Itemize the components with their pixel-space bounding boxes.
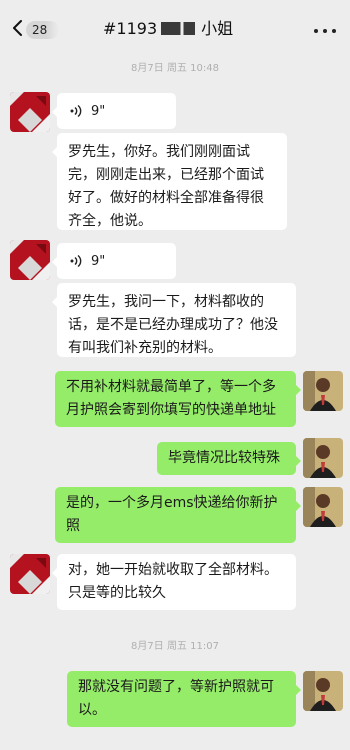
contact-avatar[interactable] bbox=[10, 92, 50, 132]
my-avatar[interactable] bbox=[303, 371, 343, 411]
message-text: 不用补材料就最简单了，等一个多月护照会寄到你填写的快递单地址 bbox=[66, 379, 276, 418]
message-bubble[interactable]: 罗先生，你好。我们刚刚面试完，刚刚走出来，已经那个面试好了。做好的材料全部准备得… bbox=[52, 133, 287, 230]
voice-wave-icon bbox=[70, 104, 82, 118]
timestamp: 8月7日 周五 10:48 bbox=[131, 63, 219, 74]
timestamp: 8月7日 周五 11:07 bbox=[131, 641, 219, 652]
contact-avatar[interactable] bbox=[10, 240, 50, 280]
message-bubble[interactable]: 是的，一个多月ems快递给你新护照 bbox=[55, 487, 301, 543]
chat-title-prefix: #1193 bbox=[103, 19, 158, 38]
chat-title[interactable]: #1193 小姐 bbox=[103, 18, 233, 40]
voice-message[interactable]: 9" bbox=[52, 93, 176, 129]
my-avatar[interactable] bbox=[303, 671, 343, 711]
redaction-block bbox=[161, 22, 196, 35]
message-text: 是的，一个多月ems快递给你新护照 bbox=[66, 495, 278, 534]
chat-title-suffix: 小姐 bbox=[201, 19, 234, 38]
my-avatar[interactable] bbox=[303, 438, 343, 478]
voice-message[interactable]: 9" bbox=[52, 243, 176, 279]
chat-screen: 28 #1193 小姐 8月7日 周五 10:48 9" 罗先生，你好。我们刚刚… bbox=[0, 0, 350, 750]
dot bbox=[314, 29, 318, 33]
dot bbox=[323, 29, 327, 33]
chevron-left-icon[interactable] bbox=[12, 20, 24, 36]
more-dots-icon[interactable] bbox=[312, 22, 338, 38]
message-text: 那就没有问题了，等新护照就可以。 bbox=[78, 679, 274, 718]
my-avatar[interactable] bbox=[303, 487, 343, 527]
dot bbox=[332, 29, 336, 33]
message-bubble[interactable]: 那就没有问题了，等新护照就可以。 bbox=[67, 671, 301, 727]
message-text: 罗先生，你好。我们刚刚面试完，刚刚走出来，已经那个面试好了。做好的材料全部准备得… bbox=[68, 144, 264, 229]
voice-duration: 9" bbox=[91, 253, 106, 269]
message-text: 对，她一开始就收取了全部材料。只是等的比较久 bbox=[68, 562, 278, 601]
message-text: 罗先生，我问一下，材料都收的话，是不是已经办理成功了？他没有叫我们补充别的材料。 bbox=[68, 294, 278, 356]
message-bubble[interactable]: 毕竟情况比较特殊 bbox=[157, 442, 301, 475]
voice-wave-icon bbox=[70, 254, 82, 268]
chat-header: 28 #1193 小姐 bbox=[0, 0, 350, 58]
message-bubble[interactable]: 对，她一开始就收取了全部材料。只是等的比较久 bbox=[52, 554, 296, 610]
message-text: 毕竟情况比较特殊 bbox=[168, 450, 280, 466]
message-bubble[interactable]: 不用补材料就最简单了，等一个多月护照会寄到你填写的快递单地址 bbox=[55, 371, 301, 427]
contact-avatar[interactable] bbox=[10, 554, 50, 594]
voice-duration: 9" bbox=[91, 103, 106, 119]
message-bubble[interactable]: 罗先生，我问一下，材料都收的话，是不是已经办理成功了？他没有叫我们补充别的材料。 bbox=[52, 283, 296, 357]
unread-count-badge[interactable]: 28 bbox=[26, 21, 60, 39]
